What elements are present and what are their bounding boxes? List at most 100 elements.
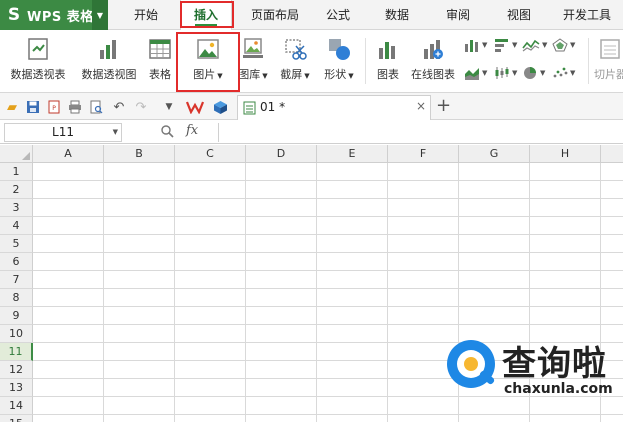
customize-quick-access-icon[interactable]: ▼ xyxy=(161,99,177,115)
row-header-15[interactable]: 15 xyxy=(0,415,33,422)
tab-home[interactable]: 开始 xyxy=(120,0,172,30)
close-icon[interactable]: × xyxy=(416,99,426,113)
save-icon[interactable] xyxy=(25,99,41,115)
column-header-c[interactable]: C xyxy=(175,145,246,163)
line-chart-button[interactable]: ▼ xyxy=(522,36,552,54)
formula-bar: L11 ▼ fx xyxy=(0,121,623,144)
caret-down-icon[interactable]: ▼ xyxy=(348,72,353,80)
column-header-b[interactable]: B xyxy=(104,145,175,163)
new-tab-button[interactable]: + xyxy=(436,95,451,116)
row-header-3[interactable]: 3 xyxy=(0,199,33,217)
row-header-10[interactable]: 10 xyxy=(0,325,33,343)
online-chart-button[interactable]: 在线图表 xyxy=(406,34,460,90)
pie-chart-button[interactable]: ▼ xyxy=(522,64,552,82)
caret-down-icon[interactable]: ▼ xyxy=(540,69,545,77)
caret-down-icon[interactable]: ▼ xyxy=(482,69,487,77)
gallery-icon xyxy=(243,38,263,58)
pivot-chart-button[interactable]: 数据透视图 xyxy=(76,34,142,90)
tab-insert[interactable]: 插入 xyxy=(180,0,232,31)
caret-down-icon[interactable]: ▼ xyxy=(570,69,575,77)
app-menu-button[interactable]: S WPS 表格 ▼ xyxy=(0,0,108,30)
caret-down-icon[interactable]: ▼ xyxy=(512,41,517,49)
stock-chart-button[interactable]: ▼ xyxy=(494,64,524,82)
caret-down-icon[interactable]: ▼ xyxy=(92,0,108,30)
picture-icon xyxy=(197,39,219,59)
watermark-chinese: 查询啦 xyxy=(502,344,607,384)
picture-button[interactable]: 图片 ▼ xyxy=(183,34,233,90)
row-header-7[interactable]: 7 xyxy=(0,271,33,289)
ribbon-divider xyxy=(588,38,589,84)
app-name: WPS 表格 xyxy=(27,9,94,25)
row-header-13[interactable]: 13 xyxy=(0,379,33,397)
row-header-4[interactable]: 4 xyxy=(0,217,33,235)
caret-down-icon[interactable]: ▼ xyxy=(570,41,575,49)
shapes-button[interactable]: 形状 ▼ xyxy=(320,34,358,90)
row-header-1[interactable]: 1 xyxy=(0,163,33,181)
radar-chart-icon xyxy=(552,38,568,52)
horizontal-bar-chart-button[interactable]: ▼ xyxy=(494,36,524,54)
pivot-chart-label: 数据透视图 xyxy=(81,68,137,81)
tab-review[interactable]: 审阅 xyxy=(437,0,479,30)
gallery-button[interactable]: 图库 ▼ xyxy=(236,34,270,90)
undo-icon[interactable]: ↶ xyxy=(111,99,127,115)
caret-down-icon[interactable]: ▼ xyxy=(217,72,222,80)
tab-view[interactable]: 视图 xyxy=(498,0,540,30)
row-header-14[interactable]: 14 xyxy=(0,397,33,415)
spreadsheet-file-icon xyxy=(243,101,256,115)
column-header-a[interactable]: A xyxy=(33,145,104,163)
export-pdf-icon[interactable]: P xyxy=(46,99,62,115)
formula-input[interactable] xyxy=(218,123,621,142)
open-folder-icon[interactable]: ▰ xyxy=(4,99,20,115)
redo-icon[interactable]: ↷ xyxy=(133,99,149,115)
row-header-9[interactable]: 9 xyxy=(0,307,33,325)
column-header-h[interactable]: H xyxy=(530,145,601,163)
column-header-f[interactable]: F xyxy=(388,145,459,163)
tab-data[interactable]: 数据 xyxy=(376,0,418,30)
menu-bar: S WPS 表格 ▼ 开始 插入 页面布局 公式 数据 审阅 视图 开发工具 xyxy=(0,0,623,31)
caret-down-icon[interactable]: ▼ xyxy=(304,72,309,80)
slicer-button[interactable]: 切片器 xyxy=(594,34,623,90)
column-header-e[interactable]: E xyxy=(317,145,388,163)
column-header-g[interactable]: G xyxy=(459,145,530,163)
column-chart-button[interactable]: ▼ xyxy=(464,36,494,54)
gallery-label: 图库 xyxy=(238,68,261,81)
row-header-11[interactable]: 11 xyxy=(0,343,33,361)
row-header-12[interactable]: 12 xyxy=(0,361,33,379)
row-header-8[interactable]: 8 xyxy=(0,289,33,307)
cloud-box-icon[interactable] xyxy=(212,99,228,115)
print-preview-icon[interactable] xyxy=(88,99,104,115)
select-all-button[interactable] xyxy=(0,145,33,163)
name-box[interactable]: L11 ▼ xyxy=(4,123,122,142)
caret-down-icon[interactable]: ▼ xyxy=(113,124,118,141)
caret-down-icon[interactable]: ▼ xyxy=(512,69,517,77)
screenshot-button[interactable]: 截屏 ▼ xyxy=(277,34,313,90)
screenshot-label: 截屏 xyxy=(280,68,303,81)
caret-down-icon[interactable]: ▼ xyxy=(482,41,487,49)
area-chart-button[interactable]: ▼ xyxy=(464,64,494,82)
tab-page-layout[interactable]: 页面布局 xyxy=(240,0,310,30)
row-header-6[interactable]: 6 xyxy=(0,253,33,271)
slicer-label: 切片器 xyxy=(594,68,623,81)
row-header-2[interactable]: 2 xyxy=(0,181,33,199)
scatter-chart-button[interactable]: ▼ xyxy=(552,64,582,82)
stock-chart-icon xyxy=(495,67,509,79)
document-tab[interactable]: 01 * × xyxy=(237,95,431,120)
pivot-chart-icon xyxy=(100,40,116,59)
radar-chart-button[interactable]: ▼ xyxy=(552,36,582,54)
insert-function-button[interactable]: fx xyxy=(186,123,198,138)
tab-formulas[interactable]: 公式 xyxy=(317,0,359,30)
table-button[interactable]: 表格 xyxy=(145,34,175,90)
pivot-table-button[interactable]: 数据透视表 xyxy=(6,34,70,90)
column-header-partial[interactable] xyxy=(601,145,623,163)
zoom-icon[interactable] xyxy=(160,124,174,142)
row-header-5[interactable]: 5 xyxy=(0,235,33,253)
watermark-domain: chaxunla.com xyxy=(504,381,613,397)
caret-down-icon[interactable]: ▼ xyxy=(262,72,267,80)
horizontal-bar-chart-icon xyxy=(495,39,508,52)
chart-button[interactable]: 图表 xyxy=(372,34,404,90)
caret-down-icon[interactable]: ▼ xyxy=(542,41,547,49)
wps-office-icon[interactable] xyxy=(185,99,205,115)
column-header-d[interactable]: D xyxy=(246,145,317,163)
tab-developer[interactable]: 开发工具 xyxy=(555,0,619,30)
print-icon[interactable] xyxy=(67,99,83,115)
